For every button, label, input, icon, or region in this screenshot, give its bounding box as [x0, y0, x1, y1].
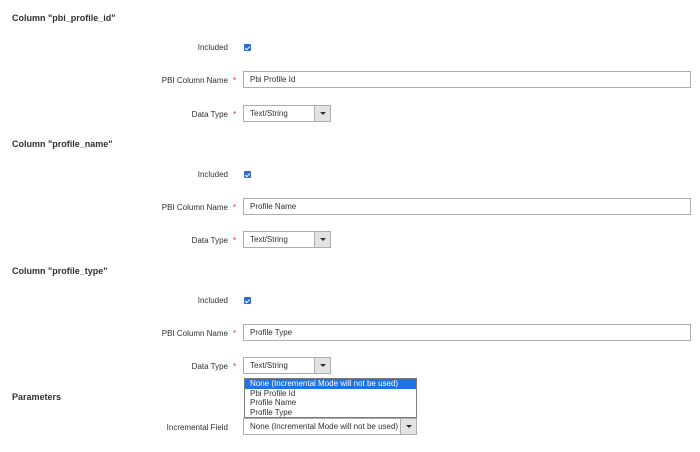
required-marker: *	[233, 203, 237, 212]
incremental-field-label: Incremental Field	[166, 423, 228, 432]
option-profile-type[interactable]: Profile Type	[245, 408, 416, 418]
pbi-column-name-input[interactable]: Profile Type	[243, 324, 691, 341]
chevron-down-icon[interactable]	[400, 419, 416, 434]
column-title-pbi-profile-id: Column "pbi_profile_id"	[12, 13, 116, 23]
data-type-select[interactable]: Text/String	[243, 357, 331, 374]
incremental-field-select[interactable]: None (Incremental Mode will not be used)	[243, 418, 417, 435]
column-title-profile-type: Column "profile_type"	[12, 266, 108, 276]
data-type-select[interactable]: Text/String	[243, 231, 331, 248]
parameters-title: Parameters	[12, 392, 62, 402]
required-marker: *	[233, 110, 237, 119]
data-type-label: Data Type	[191, 362, 228, 371]
data-type-value: Text/String	[250, 361, 288, 370]
required-marker: *	[233, 329, 237, 338]
required-marker: *	[233, 236, 237, 245]
included-label: Included	[197, 170, 228, 179]
pbi-column-name-label: PBI Column Name	[161, 76, 228, 85]
pbi-column-name-input[interactable]: Profile Name	[243, 198, 691, 215]
data-type-value: Text/String	[250, 235, 288, 244]
included-checkbox[interactable]	[244, 171, 251, 178]
incremental-field-options[interactable]: None (Incremental Mode will not be used)…	[244, 378, 417, 418]
data-type-select[interactable]: Text/String	[243, 105, 331, 122]
option-none[interactable]: None (Incremental Mode will not be used)	[245, 379, 416, 389]
data-type-label: Data Type	[191, 110, 228, 119]
required-marker: *	[233, 76, 237, 85]
chevron-down-icon[interactable]	[314, 358, 330, 373]
included-label: Included	[197, 296, 228, 305]
included-label: Included	[197, 43, 228, 52]
incremental-field-value: None (Incremental Mode will not be used)	[250, 422, 399, 431]
data-type-value: Text/String	[250, 109, 288, 118]
included-checkbox[interactable]	[244, 297, 251, 304]
chevron-down-icon[interactable]	[314, 106, 330, 121]
option-profile-name[interactable]: Profile Name	[245, 398, 416, 408]
chevron-down-icon[interactable]	[314, 232, 330, 247]
column-title-profile-name: Column "profile_name"	[12, 139, 113, 149]
pbi-column-name-label: PBI Column Name	[161, 329, 228, 338]
included-checkbox[interactable]	[244, 44, 251, 51]
data-type-label: Data Type	[191, 236, 228, 245]
pbi-column-name-label: PBI Column Name	[161, 203, 228, 212]
pbi-column-name-input[interactable]: Pbi Profile Id	[243, 71, 691, 88]
required-marker: *	[233, 362, 237, 371]
option-pbi-profile-id[interactable]: Pbi Profile Id	[245, 389, 416, 399]
